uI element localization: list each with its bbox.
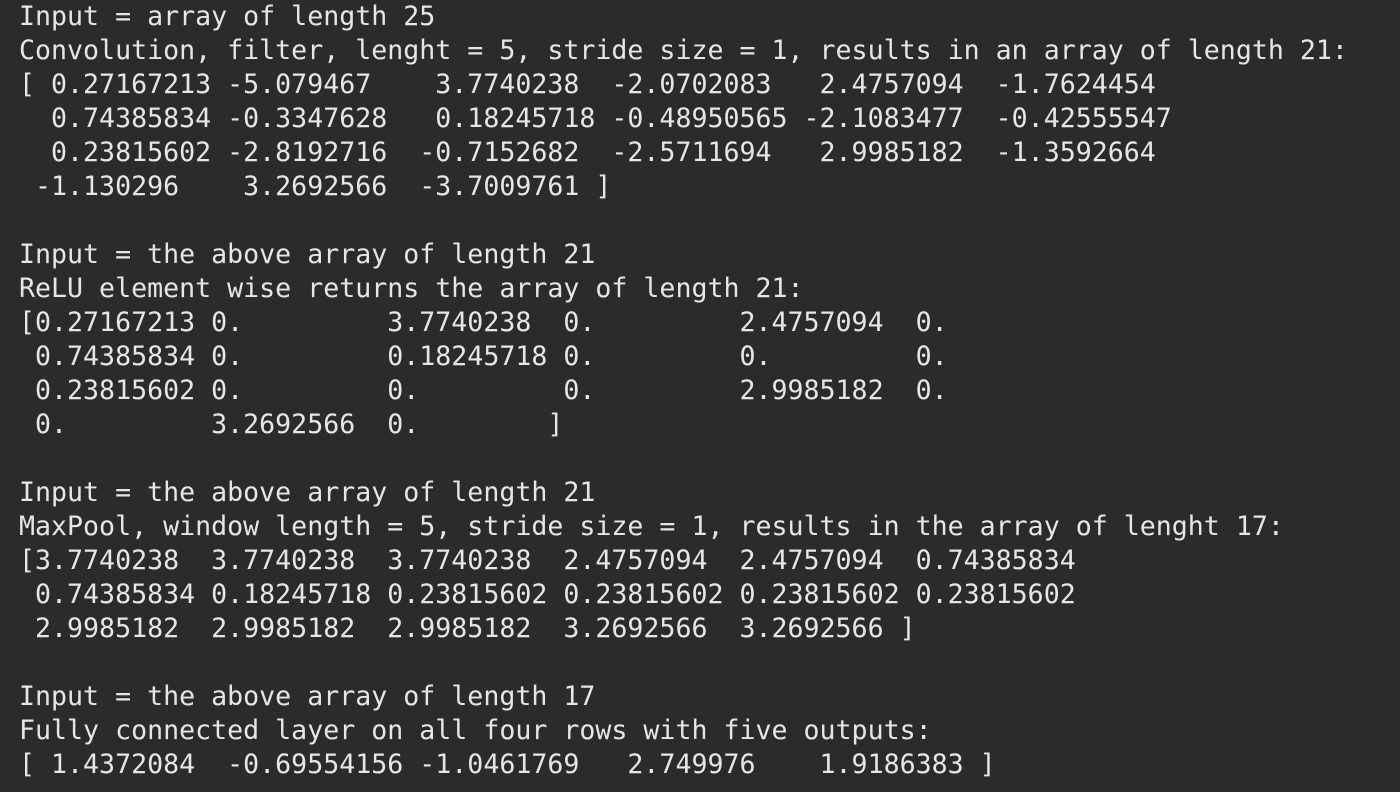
output-line: Input = the above array of length 21 bbox=[19, 477, 596, 508]
fully-connected-output-block: Input = the above array of length 17 Ful… bbox=[19, 680, 1400, 782]
output-line: [ 0.27167213 -5.079467 3.7740238 -2.0702… bbox=[19, 69, 1156, 100]
output-line: MaxPool, window length = 5, stride size … bbox=[19, 511, 1284, 542]
maxpool-output-block: Input = the above array of length 21 Max… bbox=[19, 476, 1400, 646]
output-line: 2.9985182 2.9985182 2.9985182 3.2692566 … bbox=[19, 613, 916, 644]
terminal-output: Input = array of length 25 Convolution, … bbox=[0, 0, 1400, 792]
output-line: Input = array of length 25 bbox=[19, 1, 436, 32]
output-line: 0.74385834 0. 0.18245718 0. 0. 0. bbox=[19, 341, 948, 372]
output-line: Input = the above array of length 17 bbox=[19, 681, 596, 712]
output-line: 0.74385834 0.18245718 0.23815602 0.23815… bbox=[19, 579, 1076, 610]
output-line: 0.23815602 -2.8192716 -0.7152682 -2.5711… bbox=[19, 137, 1156, 168]
output-line: [0.27167213 0. 3.7740238 0. 2.4757094 0. bbox=[19, 307, 948, 338]
output-line: -1.130296 3.2692566 -3.7009761 ] bbox=[19, 171, 612, 202]
output-line: [3.7740238 3.7740238 3.7740238 2.4757094… bbox=[19, 545, 1076, 576]
output-line: Fully connected layer on all four rows w… bbox=[19, 715, 932, 746]
output-line: [ 1.4372084 -0.69554156 -1.0461769 2.749… bbox=[19, 749, 996, 780]
output-line: ReLU element wise returns the array of l… bbox=[19, 273, 804, 304]
output-line: 0.23815602 0. 0. 0. 2.9985182 0. bbox=[19, 375, 948, 406]
output-line: Input = the above array of length 21 bbox=[19, 239, 596, 270]
relu-output-block: Input = the above array of length 21 ReL… bbox=[19, 238, 1400, 442]
conv-output-block: Input = array of length 25 Convolution, … bbox=[19, 0, 1400, 204]
output-line: Convolution, filter, lenght = 5, stride … bbox=[19, 35, 1348, 66]
output-line: 0. 3.2692566 0. ] bbox=[19, 409, 564, 440]
output-line: 0.74385834 -0.3347628 0.18245718 -0.4895… bbox=[19, 103, 1172, 134]
